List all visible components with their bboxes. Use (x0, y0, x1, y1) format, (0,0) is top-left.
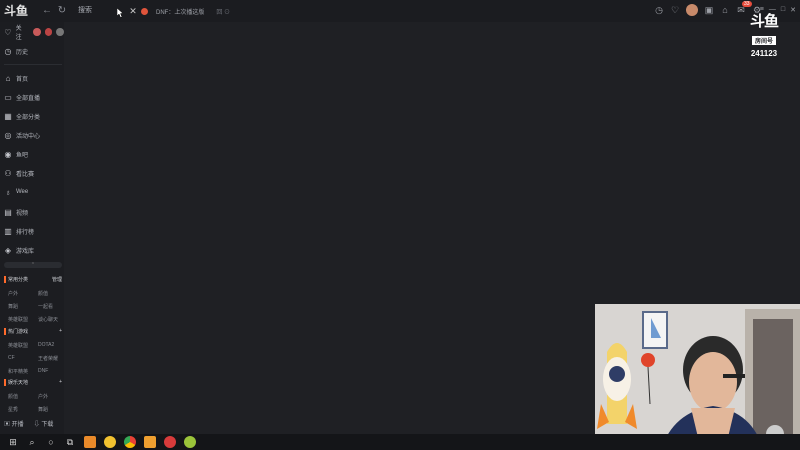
sidebar-item-label: 首页 (16, 76, 29, 83)
search-icon[interactable]: ⌕ (26, 436, 38, 448)
sidebar-item-label: 视频 (16, 210, 29, 217)
sidebar-item-label: 鱼吧 (16, 152, 29, 159)
windows-start-icon[interactable]: ⊞ (7, 436, 19, 448)
section-title: 热门游戏 (4, 328, 28, 335)
category-link[interactable]: 英雄联盟 (8, 316, 38, 323)
target-icon: ◎ (4, 130, 12, 140)
shop-icon[interactable]: ⌂ (720, 5, 730, 15)
sidebar-item-all-live[interactable]: ▭ 全部直播 (4, 92, 40, 102)
follow-avatar-icon (56, 28, 65, 36)
mouse-cursor-icon (117, 8, 124, 18)
task-view-icon[interactable]: ⧉ (64, 436, 76, 448)
back-icon[interactable]: ← (41, 5, 53, 17)
category-grid: 户外 颜值 舞蹈 一起看 英雄联盟 谈心聊天 (8, 290, 68, 323)
fish-icon: ◉ (4, 149, 12, 159)
avatar[interactable] (686, 4, 698, 16)
section-title: 常用分类 (4, 276, 28, 283)
task-icon[interactable]: ▣ (704, 5, 714, 15)
sidebar-item-video[interactable]: ▤ 视频 (4, 207, 28, 217)
tab-extra[interactable]: 回 ⊙ (216, 7, 230, 16)
sidebar-item-label: 游戏库 (16, 248, 35, 255)
webcam-image (595, 304, 800, 450)
home-icon: ⌂ (5, 73, 11, 83)
rank-icon: ▥ (4, 226, 12, 236)
tv-icon: ▭ (4, 92, 12, 102)
section-header-entertainment: 娱乐天地 + (4, 379, 62, 386)
follow-avatar-icon (44, 28, 53, 36)
room-label: 房间号 (751, 36, 776, 45)
category-link[interactable]: 英雄联盟 (8, 342, 38, 349)
sidebar-item-label: 关注 (15, 26, 22, 41)
close-icon[interactable]: ✕ (128, 6, 138, 17)
app-icon-douyu-live[interactable] (144, 436, 156, 448)
category-link[interactable]: 颜值 (8, 393, 38, 400)
add-button[interactable]: + (59, 328, 62, 335)
tab-title[interactable]: DNF：上次播这版 (156, 7, 204, 16)
notification-badge: 33 (742, 1, 752, 7)
category-link[interactable]: 和平精英 (8, 368, 38, 375)
sidebar: ♡ 关注 ◷ 历史 ⌂ 首页 ▭ 全部直播 ▦ 全部分类 ◎ 活动中心 ◉ 鱼吧… (0, 22, 65, 434)
follow-avatar-icon (33, 28, 41, 36)
chrome-icon[interactable] (124, 436, 136, 448)
category-grid: 英雄联盟 DOTA2 CF 王者荣耀 和平精英 DNF (8, 342, 68, 375)
sidebar-item-follow[interactable]: ♡ 关注 (4, 26, 65, 41)
heart-icon: ♡ (4, 27, 12, 37)
app-icon-browser[interactable] (104, 436, 116, 448)
category-link[interactable]: 星秀 (8, 406, 38, 413)
divider (4, 64, 62, 65)
download-label: 下载 (41, 422, 54, 428)
sidebar-item-categories[interactable]: ▦ 全部分类 (4, 111, 40, 121)
sidebar-item-rank[interactable]: ▥ 排行榜 (4, 226, 34, 236)
add-button[interactable]: + (59, 379, 62, 386)
category-link[interactable]: CF (8, 355, 38, 362)
trophy-icon: ⚇ (4, 168, 12, 178)
category-link[interactable]: 舞蹈 (8, 303, 38, 310)
room-id: 241123 (750, 49, 778, 58)
section-title: 娱乐天地 (4, 379, 28, 386)
pin-icon: ♁ (5, 187, 11, 197)
sidebar-item-label: 活动中心 (16, 133, 41, 140)
sidebar-item-matches[interactable]: ⚇ 看比赛 (4, 168, 34, 178)
webcam-overlay (595, 304, 800, 450)
sidebar-item-events[interactable]: ◎ 活动中心 (4, 130, 41, 140)
os-taskbar: ⊞ ⌕ ○ ⧉ (0, 434, 800, 450)
sidebar-item-home[interactable]: ⌂ 首页 (4, 73, 28, 83)
refresh-icon[interactable]: ↻ (56, 5, 68, 17)
sidebar-item-label: 看比赛 (16, 171, 35, 178)
category-grid: 颜值 户外 星秀 舞蹈 (8, 393, 68, 413)
sidebar-item-label: 排行榜 (16, 229, 35, 236)
heart-icon[interactable]: ♡ (670, 5, 680, 15)
live-indicator-icon (141, 7, 148, 15)
sidebar-footer: ▣ 开播 ⇩ 下载 (4, 419, 53, 428)
app-icon-game[interactable] (184, 436, 196, 448)
open-live-label: 开播 (11, 422, 24, 428)
gamepad-icon: ◈ (4, 245, 12, 255)
sidebar-item-yuba[interactable]: ◉ 鱼吧 (4, 149, 29, 159)
sidebar-item-gamelib[interactable]: ◈ 游戏库 (4, 245, 34, 255)
collapse-button[interactable]: ⌃ (4, 262, 62, 268)
sidebar-item-label: 全部直播 (16, 95, 41, 102)
video-icon: ▤ (4, 207, 12, 217)
stream-watermark: 斗鱼 房间号 241123 (740, 12, 788, 58)
open-live-button[interactable]: ▣ 开播 (4, 419, 24, 428)
grid-icon: ▦ (4, 111, 12, 121)
manage-button[interactable]: 管理 (52, 276, 62, 283)
close-window-icon[interactable]: ✕ (790, 6, 796, 14)
sidebar-item-history[interactable]: ◷ 历史 (4, 46, 29, 56)
section-header-common: 常用分类 管理 (4, 276, 62, 283)
section-header-hot-games: 热门游戏 + (4, 328, 62, 335)
watermark-logo: 斗鱼 (749, 12, 779, 30)
app-icon-netease[interactable] (164, 436, 176, 448)
clock-icon: ◷ (4, 46, 12, 56)
sidebar-item-label: 全部分类 (16, 114, 41, 121)
sidebar-item-label: 历史 (16, 49, 29, 56)
sidebar-item-wee[interactable]: ♁ Wee (4, 187, 28, 197)
cortana-icon[interactable]: ○ (45, 436, 57, 448)
sidebar-item-label: Wee (16, 189, 29, 195)
download-button[interactable]: ⇩ 下载 (34, 419, 54, 428)
douyu-logo[interactable]: 斗鱼 (4, 3, 38, 19)
app-icon-douyu[interactable] (84, 436, 96, 448)
category-link[interactable]: 户外 (8, 290, 38, 297)
history-icon[interactable]: ◷ (654, 5, 664, 15)
